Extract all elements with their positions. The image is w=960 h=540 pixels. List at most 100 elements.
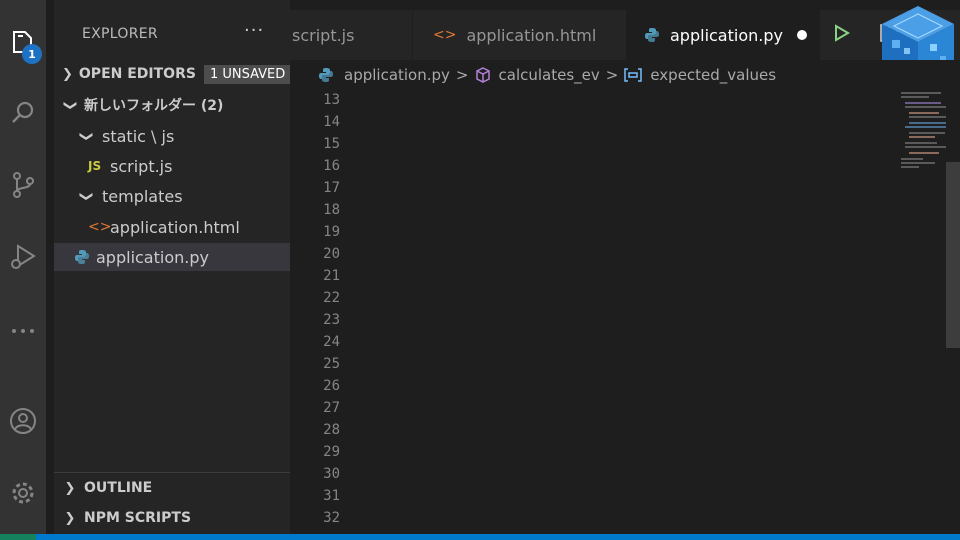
minimap-line bbox=[901, 92, 941, 94]
npm-scripts-section[interactable]: ❯ NPM SCRIPTS bbox=[54, 504, 290, 532]
account-icon[interactable] bbox=[0, 398, 46, 444]
method-cube-icon bbox=[475, 67, 490, 83]
line-number: 27 bbox=[323, 400, 340, 416]
workspace-folder[interactable]: ❯ 新しいフォルダー (2) bbox=[54, 91, 290, 119]
minimap-line bbox=[901, 96, 929, 98]
variable-icon bbox=[624, 68, 643, 82]
unsaved-dot-icon[interactable] bbox=[796, 30, 807, 40]
tab-label: script.js bbox=[292, 25, 355, 45]
minimap-line bbox=[901, 158, 923, 160]
minimap-line bbox=[901, 166, 919, 168]
line-number: 22 bbox=[323, 290, 340, 306]
activity-bar: 1 bbox=[0, 0, 46, 534]
chevron-down-icon: ❯ bbox=[62, 99, 78, 111]
chevron-right-icon: ❯ bbox=[64, 510, 76, 526]
explorer-title: EXPLORER bbox=[82, 26, 158, 42]
minimap-line bbox=[905, 146, 949, 148]
breadcrumb-separator: > bbox=[605, 66, 619, 84]
tree-file-application-py[interactable]: application.py bbox=[54, 243, 290, 271]
line-number: 32 bbox=[323, 510, 340, 526]
run-button[interactable] bbox=[834, 24, 850, 46]
editor-scrollbar[interactable] bbox=[946, 90, 960, 534]
chevron-right-icon: ❯ bbox=[64, 480, 76, 496]
tree-item-label: application.py bbox=[96, 247, 209, 267]
tree-item-label: script.js bbox=[110, 156, 173, 176]
tree-item-label: static \ js bbox=[102, 126, 175, 146]
play-icon bbox=[835, 24, 850, 42]
tree-folder-static-js[interactable]: ❯ static \ js bbox=[54, 122, 290, 150]
line-number: 16 bbox=[323, 158, 340, 174]
tab-label: application.html bbox=[466, 25, 597, 45]
breadcrumb-variable[interactable]: expected_values bbox=[650, 66, 776, 84]
minimap-line bbox=[909, 136, 935, 138]
search-icon[interactable] bbox=[0, 90, 46, 136]
tree-item-label: templates bbox=[102, 186, 183, 206]
minimap-line bbox=[909, 116, 949, 118]
line-number: 29 bbox=[323, 444, 340, 460]
line-number: 21 bbox=[323, 268, 340, 284]
breadcrumb-separator: > bbox=[455, 66, 469, 84]
tree-folder-templates[interactable]: ❯ templates bbox=[54, 182, 290, 210]
more-actions-button[interactable]: ··· bbox=[244, 20, 264, 41]
minimap-line bbox=[909, 112, 939, 114]
line-number: 17 bbox=[323, 180, 340, 196]
tree-item-label: application.html bbox=[110, 217, 240, 237]
html-file-icon: <> bbox=[88, 219, 112, 235]
explorer-sidebar: EXPLORER ··· ❯ OPEN EDITORS 1 UNSAVED ❯ … bbox=[54, 0, 292, 534]
remote-indicator[interactable] bbox=[0, 534, 36, 540]
run-debug-icon[interactable] bbox=[0, 234, 46, 280]
python-file-icon bbox=[74, 249, 96, 265]
line-number: 31 bbox=[323, 488, 340, 504]
breadcrumb: application.py > calculates_ev > expecte… bbox=[290, 60, 960, 90]
breadcrumb-file[interactable]: application.py bbox=[344, 66, 450, 84]
tab-label: application.py bbox=[670, 25, 783, 45]
html-file-icon: <> bbox=[433, 27, 457, 43]
minimap-line bbox=[909, 152, 939, 154]
tab-application-html[interactable]: <> application.html bbox=[413, 10, 626, 60]
editor-tab-bar: script.js <> application.html applicatio… bbox=[290, 10, 960, 60]
line-number: 13 bbox=[323, 92, 340, 108]
workspace-folder-label: 新しいフォルダー (2) bbox=[84, 98, 224, 114]
minimap-line bbox=[905, 106, 949, 108]
javascript-file-icon: JS bbox=[88, 159, 102, 173]
python-file-icon bbox=[645, 28, 659, 42]
line-number: 23 bbox=[323, 312, 340, 328]
python-file-icon bbox=[319, 68, 333, 82]
more-icon[interactable] bbox=[0, 308, 46, 354]
minimap-line bbox=[909, 132, 945, 134]
breadcrumb-function[interactable]: calculates_ev bbox=[499, 66, 600, 84]
tree-file-application-html[interactable]: <> application.html bbox=[54, 213, 290, 241]
open-editors-section[interactable]: ❯ OPEN EDITORS 1 UNSAVED bbox=[54, 60, 292, 88]
section-divider bbox=[54, 472, 290, 473]
chevron-down-icon: ❯ bbox=[78, 190, 94, 202]
line-number: 18 bbox=[323, 202, 340, 218]
chevron-right-icon: ❯ bbox=[62, 66, 73, 82]
line-number: 30 bbox=[323, 466, 340, 482]
line-number: 19 bbox=[323, 224, 340, 240]
explorer-badge: 1 bbox=[22, 44, 42, 64]
line-number: 26 bbox=[323, 378, 340, 394]
tree-file-script-js[interactable]: JS script.js bbox=[54, 152, 290, 180]
minimap-line bbox=[905, 102, 941, 104]
tab-script-js[interactable]: script.js bbox=[290, 10, 412, 60]
line-number: 24 bbox=[323, 334, 340, 350]
source-control-icon[interactable] bbox=[0, 162, 46, 208]
scrollbar-thumb[interactable] bbox=[946, 162, 960, 348]
minimap-line bbox=[905, 126, 947, 128]
tab-application-py[interactable]: application.py bbox=[626, 10, 820, 60]
line-number: 28 bbox=[323, 422, 340, 438]
npm-scripts-label: NPM SCRIPTS bbox=[84, 510, 192, 526]
line-number: 14 bbox=[323, 114, 340, 130]
status-bar bbox=[0, 534, 960, 540]
unsaved-badge: 1 UNSAVED bbox=[203, 64, 292, 84]
minimap-line bbox=[901, 162, 935, 164]
code-editor[interactable]: 13 14 15 16 17 18 19 20 21 22 23 24 25 2… bbox=[290, 90, 895, 534]
settings-gear-icon[interactable] bbox=[0, 470, 46, 516]
minimap-line bbox=[905, 142, 937, 144]
chevron-down-icon: ❯ bbox=[78, 130, 94, 142]
outline-label: OUTLINE bbox=[84, 480, 153, 496]
outline-section[interactable]: ❯ OUTLINE bbox=[54, 474, 290, 502]
line-number: 20 bbox=[323, 246, 340, 262]
line-number: 15 bbox=[323, 136, 340, 152]
open-editors-label: OPEN EDITORS bbox=[78, 66, 196, 82]
